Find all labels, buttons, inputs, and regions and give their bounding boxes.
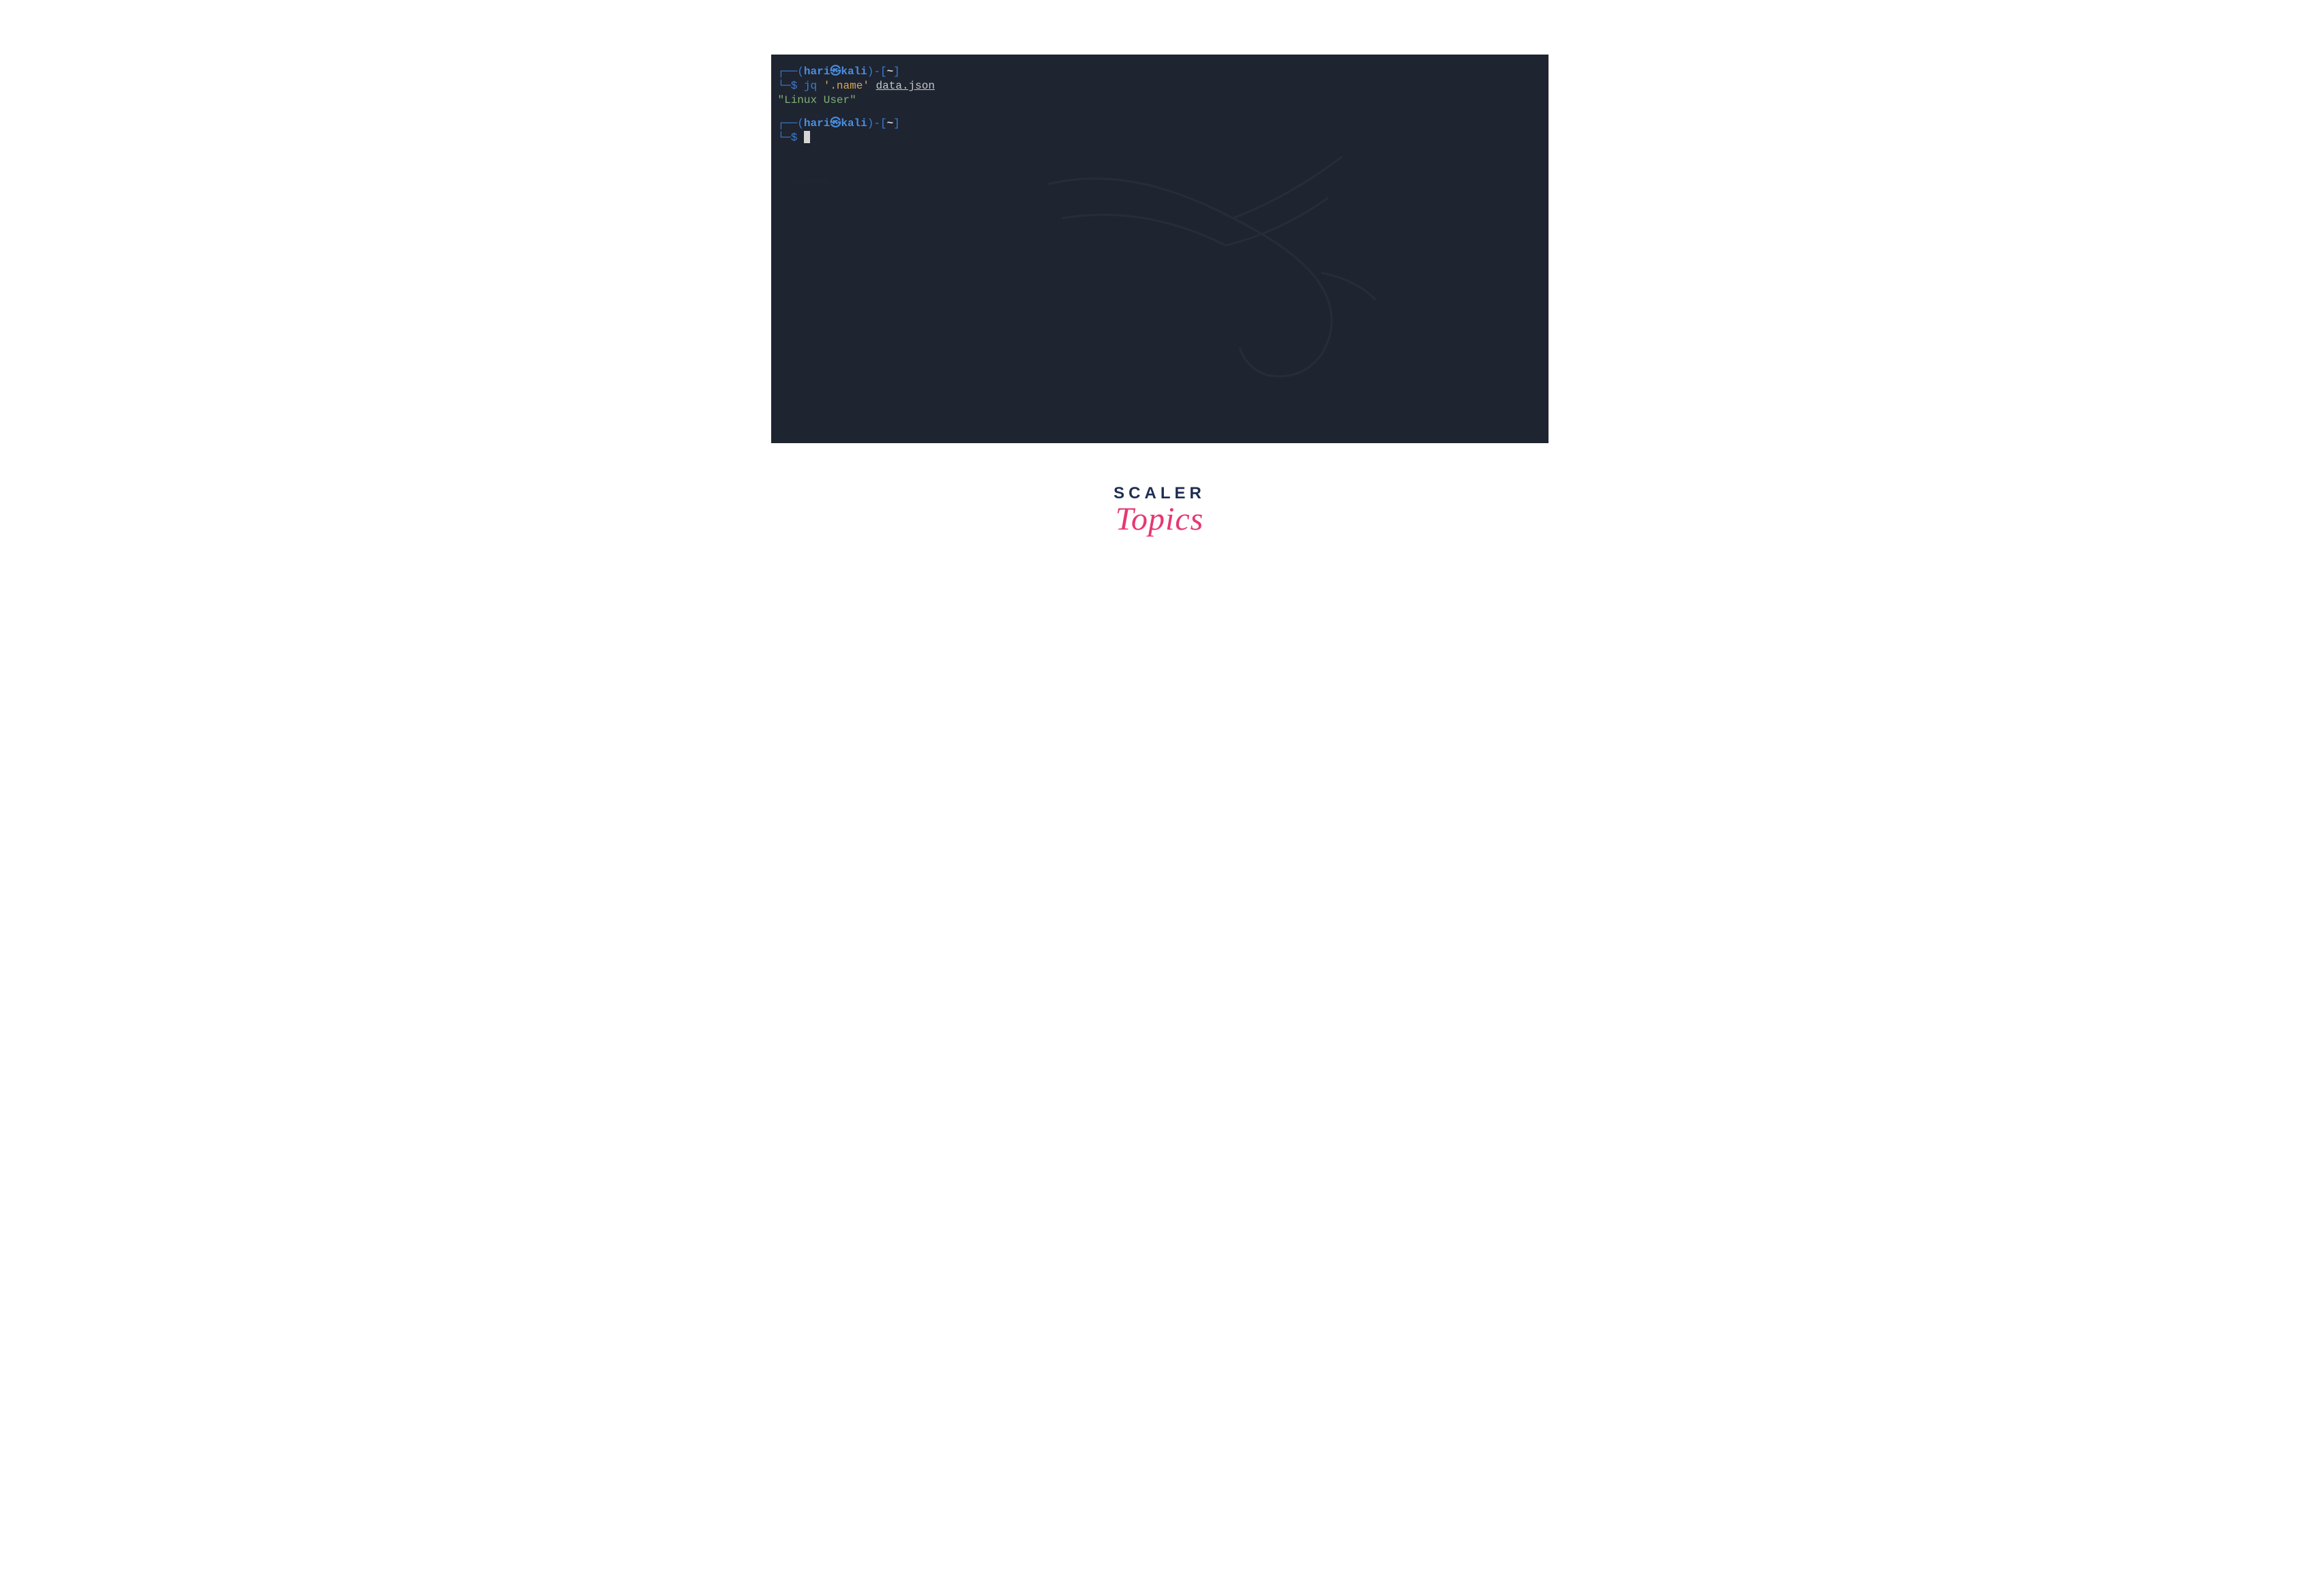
prompt-line-top: ┌──(hari㉿kali)-[~] xyxy=(778,117,1542,131)
prompt-line-top: ┌──(hari㉿kali)-[~] xyxy=(778,65,1542,79)
prompt-user: hari xyxy=(804,65,830,78)
prompt-line-bottom[interactable]: └─$ xyxy=(778,131,1542,145)
command-filter: '.name' xyxy=(824,80,869,92)
command-block-2: ┌──(hari㉿kali)-[~] └─$ xyxy=(778,117,1542,145)
terminal-window[interactable]: Home CherryTree ┌──(hari㉿kali)-[~] └─$ j… xyxy=(771,55,1549,443)
prompt-line-bottom: └─$ jq '.name' data.json xyxy=(778,79,1542,93)
prompt-user: hari xyxy=(804,117,830,130)
prompt-host: kali xyxy=(841,117,867,130)
terminal-content-area[interactable]: ┌──(hari㉿kali)-[~] └─$ jq '.name' data.j… xyxy=(771,55,1549,165)
terminal-cursor xyxy=(804,131,810,143)
command-binary: jq xyxy=(804,80,817,92)
command-block-1: ┌──(hari㉿kali)-[~] └─$ jq '.name' data.j… xyxy=(778,65,1542,107)
command-output: "Linux User" xyxy=(778,93,1542,108)
prompt-path: ~ xyxy=(887,65,894,78)
command-filename: data.json xyxy=(876,80,935,92)
prompt-host: kali xyxy=(841,65,867,78)
skull-separator-icon: ㉿ xyxy=(830,117,841,130)
scaler-topics-logo: SCALER Topics xyxy=(1113,484,1206,538)
prompt-path: ~ xyxy=(887,117,894,130)
desktop-icon-label: CherryTree xyxy=(792,177,829,185)
logo-text-topics: Topics xyxy=(1116,500,1204,538)
skull-separator-icon: ㉿ xyxy=(830,65,841,78)
